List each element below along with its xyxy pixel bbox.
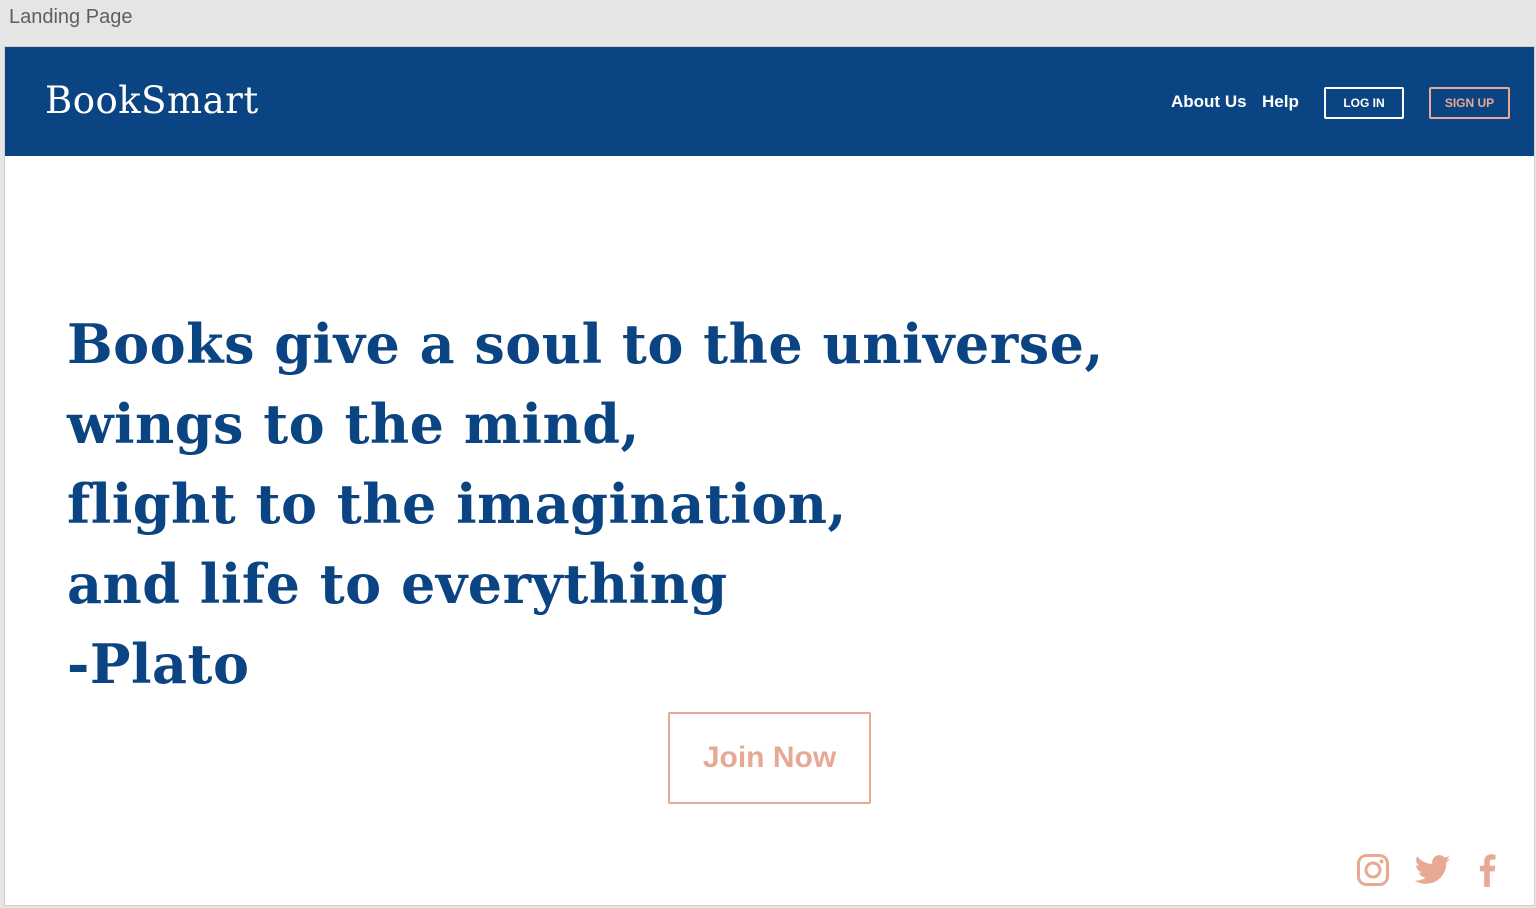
nav-about-us-link[interactable]: About Us — [1171, 92, 1247, 112]
window-title-bar: Landing Page — [0, 0, 1536, 46]
hero-quote: Books give a soul to the universe, wings… — [67, 304, 1104, 704]
join-now-button[interactable]: Join Now — [668, 712, 871, 804]
brand-logo[interactable]: BookSmart — [45, 79, 259, 123]
quote-line: flight to the imagination, — [67, 472, 847, 536]
instagram-icon[interactable] — [1354, 851, 1392, 889]
page-canvas: BookSmart About Us Help LOG IN SIGN UP B… — [4, 46, 1535, 906]
quote-author: -Plato — [67, 632, 250, 696]
quote-line: wings to the mind, — [67, 392, 640, 456]
nav-help-link[interactable]: Help — [1262, 92, 1299, 112]
quote-line: Books give a soul to the universe, — [67, 312, 1104, 376]
quote-line: and life to everything — [67, 552, 728, 616]
top-header: BookSmart About Us Help LOG IN SIGN UP — [5, 47, 1534, 156]
twitter-icon[interactable] — [1414, 851, 1452, 889]
signup-button[interactable]: SIGN UP — [1429, 87, 1510, 119]
login-button[interactable]: LOG IN — [1324, 87, 1404, 119]
facebook-icon[interactable] — [1468, 851, 1506, 889]
window-title: Landing Page — [9, 6, 133, 28]
